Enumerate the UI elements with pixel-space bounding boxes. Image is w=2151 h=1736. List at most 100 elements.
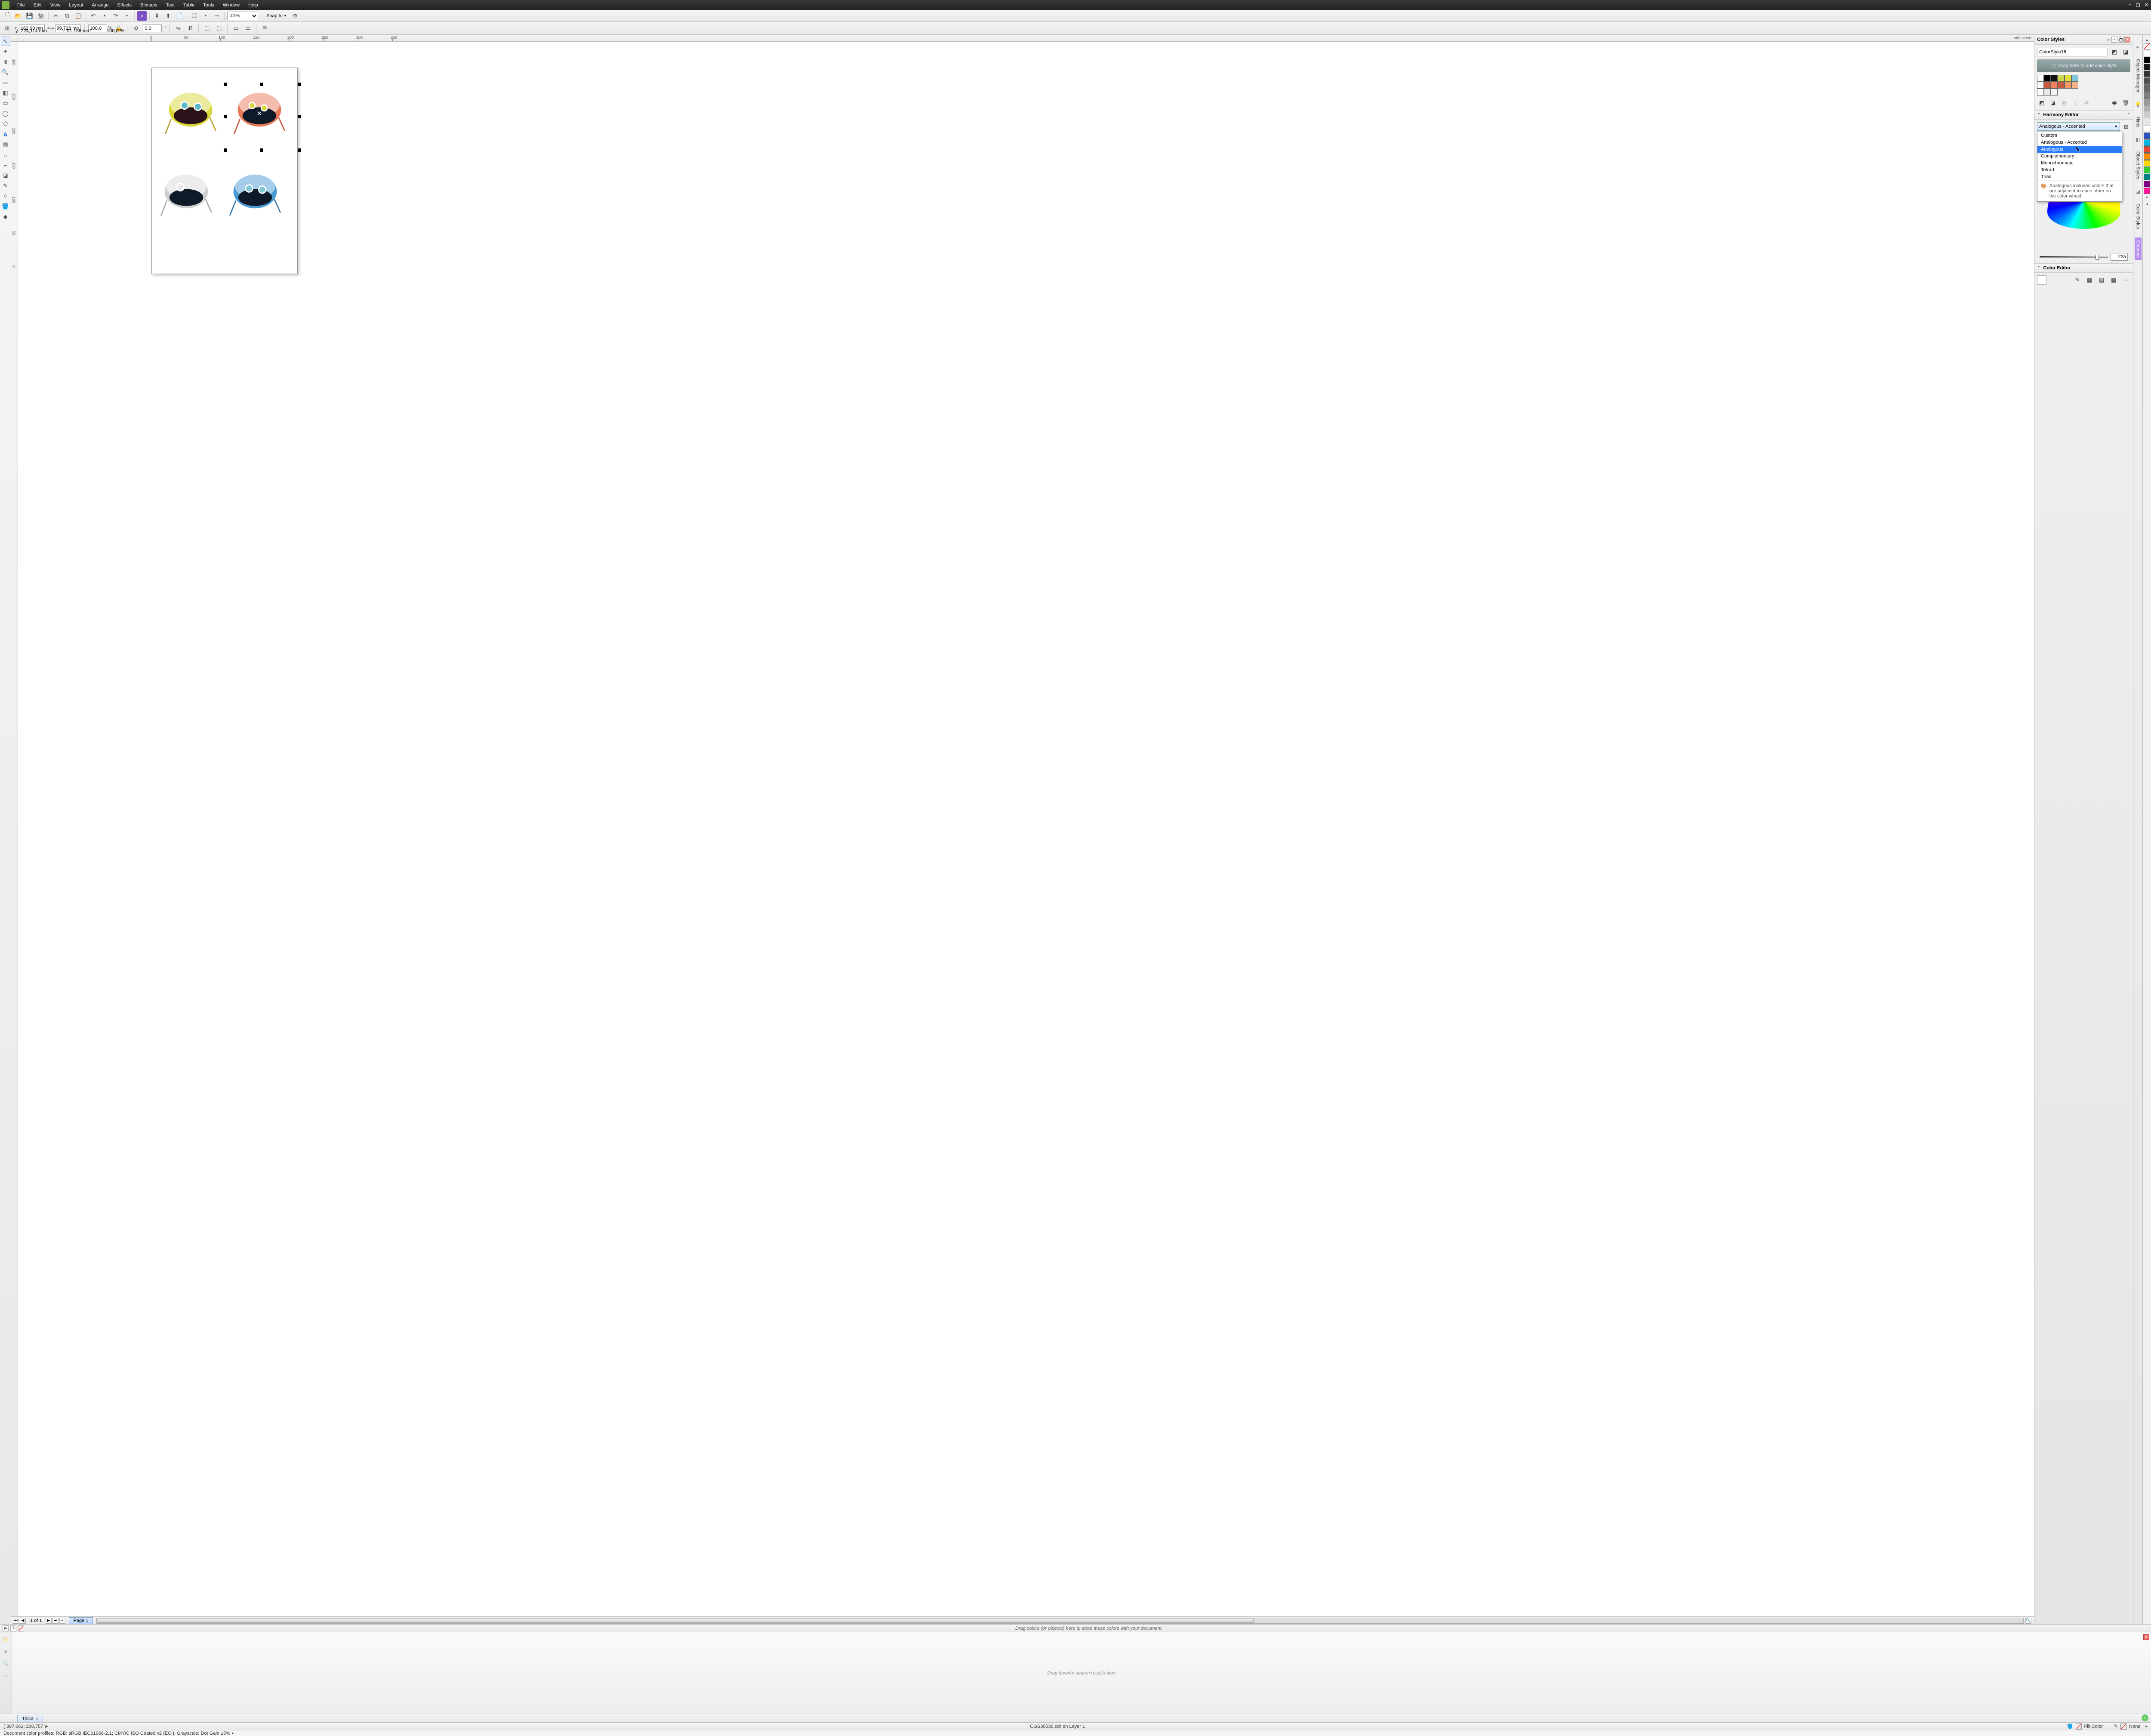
slider-thumb[interactable]: [2096, 255, 2099, 260]
select-unused-button[interactable]: ◉: [2110, 98, 2119, 108]
color-swatch[interactable]: [2037, 89, 2044, 96]
palette-swatch[interactable]: [2144, 64, 2150, 70]
palette-swatch[interactable]: [2144, 181, 2150, 187]
color-swatch[interactable]: [2037, 82, 2044, 89]
color-swatch[interactable]: [2071, 75, 2078, 82]
color-style-name-input[interactable]: [2037, 48, 2108, 56]
tray-play-button[interactable]: ▶: [3, 1625, 9, 1631]
expand-dockers-icon[interactable]: ▸: [2135, 43, 2142, 50]
ruler-origin[interactable]: [11, 35, 18, 42]
selection-handle-tm[interactable]: [260, 83, 263, 86]
selection-handle-br[interactable]: [298, 148, 301, 152]
brightness-value-input[interactable]: [2111, 253, 2128, 261]
outline-icon[interactable]: ✎: [2114, 1724, 2118, 1729]
color-swatch[interactable]: [2058, 82, 2065, 89]
delete-style-button[interactable]: 🗑: [2121, 98, 2130, 108]
docker-title-bar[interactable]: Color Styles » – ▢ ✕: [2034, 35, 2133, 45]
selection-handle-mr[interactable]: [298, 115, 301, 118]
document-palette-tray[interactable]: ▶ ✎ Drag colors (or objects) here to sto…: [0, 1624, 2151, 1632]
color-editor-section-header[interactable]: ⌃ Color Editor: [2034, 263, 2133, 273]
ruler-vertical[interactable]: 050100150200250300: [11, 42, 18, 1616]
palette-swatch[interactable]: [2144, 160, 2150, 167]
docker-minimize-button[interactable]: –: [2111, 37, 2117, 43]
color-swatch[interactable]: [2058, 75, 2065, 82]
new-harmony-button[interactable]: ◪: [2121, 47, 2130, 57]
ungroup-button[interactable]: ⬚: [202, 24, 212, 33]
tab-connect[interactable]: Connect: [2135, 237, 2142, 260]
page-next-button[interactable]: ▶: [46, 1618, 52, 1624]
redo-button[interactable]: ↷: [111, 11, 120, 21]
menu-text[interactable]: Text: [162, 2, 179, 9]
fill-color-none-icon[interactable]: [2076, 1724, 2082, 1730]
redo-menu[interactable]: ▾: [122, 11, 132, 21]
color-options-button[interactable]: ⋯: [2121, 275, 2130, 285]
interactive-tool[interactable]: ◪: [1, 171, 10, 180]
table-tool[interactable]: ▦: [1, 140, 10, 149]
harmony-option[interactable]: Custom: [2037, 132, 2122, 139]
palette-scroll-up[interactable]: ▴: [2146, 37, 2148, 43]
menu-bitmaps[interactable]: Bitmaps: [136, 2, 162, 9]
outline-color-none-icon[interactable]: [2120, 1724, 2126, 1730]
connect-tab-tray[interactable]: Tálca ✕: [17, 1715, 43, 1722]
options-button[interactable]: ⚙: [290, 11, 300, 21]
palette-swatch[interactable]: [2144, 98, 2150, 105]
selection-handle-tl[interactable]: [224, 83, 227, 86]
color-swatch[interactable]: [2065, 82, 2071, 89]
rectangle-tool[interactable]: ▭: [1, 99, 10, 108]
palette-swatch[interactable]: [2144, 112, 2150, 118]
new-harmony-button-2[interactable]: ◪: [2048, 98, 2058, 108]
selection-handle-bm[interactable]: [260, 148, 263, 152]
tab-object-styles[interactable]: Object Styles: [2135, 149, 2142, 182]
palette-flyout[interactable]: ◂: [2146, 201, 2148, 207]
search-content-button[interactable]: ⌕: [137, 11, 147, 21]
print-button[interactable]: 🖨: [36, 11, 46, 21]
mirror-h-button[interactable]: ⇋: [173, 24, 183, 33]
palette-swatch[interactable]: [2144, 105, 2150, 111]
shape-tool[interactable]: ✦: [1, 47, 10, 56]
harmony-option[interactable]: Complementary: [2037, 153, 2122, 160]
no-color-swatch[interactable]: [2144, 43, 2150, 49]
to-front-button[interactable]: ▭: [231, 24, 240, 33]
tab-hints[interactable]: Hints: [2135, 114, 2142, 130]
palette-swatch[interactable]: [2144, 57, 2150, 63]
harmony-option[interactable]: Analogous - Accented: [2037, 139, 2122, 146]
polygon-tool[interactable]: ⬠: [1, 119, 10, 129]
menu-tools[interactable]: Tools: [199, 2, 219, 9]
dimension-tool[interactable]: ↔: [1, 150, 10, 160]
crop-tool[interactable]: ⟃: [1, 57, 10, 67]
publish-pdf-button[interactable]: 📄: [175, 11, 184, 21]
restore-button[interactable]: ▢: [2135, 2, 2141, 8]
palette-swatch[interactable]: [2144, 77, 2150, 84]
pick-tool[interactable]: ↖: [1, 37, 10, 46]
zoom-tool[interactable]: 🔍: [1, 68, 10, 77]
scroll-thumb[interactable]: [98, 1619, 1254, 1623]
profile-expand-icon[interactable]: ▸: [232, 1731, 234, 1736]
fullscreen-menu[interactable]: ▾: [201, 11, 210, 21]
palette-swatch[interactable]: [2144, 84, 2150, 91]
connect-body[interactable]: Drag favorite search results here: [12, 1632, 2151, 1714]
artwork-hat-grey[interactable]: [156, 158, 216, 219]
object-origin-icon[interactable]: ⊞: [3, 24, 12, 33]
menu-arrange[interactable]: Arrange: [87, 2, 113, 9]
palette-swatch[interactable]: [2144, 146, 2150, 153]
color-sliders-button[interactable]: ▤: [2097, 275, 2106, 285]
close-button[interactable]: ✕: [2144, 2, 2149, 8]
save-button[interactable]: 💾: [25, 11, 34, 21]
harmony-option[interactable]: Tetrad: [2037, 167, 2122, 173]
wrap-text-button[interactable]: ≣: [260, 24, 269, 33]
zoom-out-button[interactable]: 🔍: [2025, 1618, 2031, 1624]
page-tab-1[interactable]: Page 1: [69, 1617, 93, 1624]
page-first-button[interactable]: ⏮: [13, 1618, 19, 1624]
harmony-options-button[interactable]: ⊞: [2122, 122, 2130, 132]
palette-swatch[interactable]: [2144, 119, 2150, 125]
interactive-fill-tool[interactable]: ◆: [1, 212, 10, 222]
palette-swatch[interactable]: [2144, 126, 2150, 132]
palette-swatch[interactable]: [2144, 91, 2150, 98]
page-prev-button[interactable]: ◀: [20, 1618, 26, 1624]
palette-swatch[interactable]: [2144, 167, 2150, 173]
new-color-style-button[interactable]: ◩: [2110, 47, 2119, 57]
menu-table[interactable]: Table: [179, 2, 199, 9]
new-button[interactable]: 🗋: [3, 11, 12, 21]
menu-layout[interactable]: Layout: [65, 2, 87, 9]
tab-object-manager[interactable]: Object Manager: [2135, 56, 2142, 95]
